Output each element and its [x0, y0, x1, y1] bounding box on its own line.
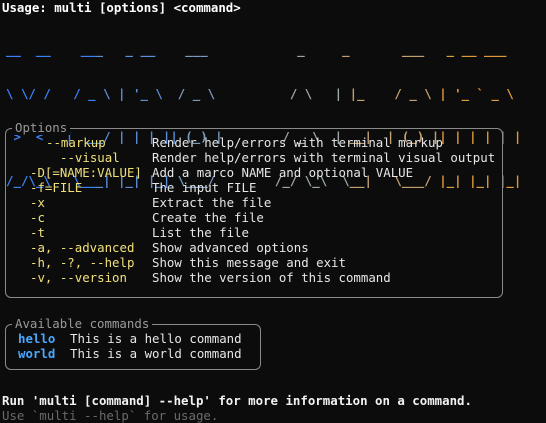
banner-line-2: \ \/ / / _ \ | '_ \ / _ \ / \ | |_ / _ \…: [6, 85, 514, 101]
option-name: -a, --advanced: [30, 240, 135, 255]
option-description: Show this message and exit: [152, 255, 346, 270]
command-description: This is a hello command: [70, 331, 242, 346]
option-name: -D[=NAME:VALUE]: [30, 165, 142, 180]
options-panel: Options --markup Render help/errors with …: [5, 120, 503, 298]
option-description: Add a marco NAME and optional VALUE: [152, 165, 414, 180]
option-name: -x: [30, 195, 45, 210]
option-name: --markup: [46, 135, 106, 150]
command-description: This is a world command: [70, 346, 242, 361]
options-panel-title: Options: [12, 120, 71, 135]
footer-run-hint: Run 'multi [command] --help' for more in…: [2, 393, 472, 408]
option-name: -h, -?, --help: [30, 255, 135, 270]
command-name: hello: [18, 331, 56, 346]
option-description: Extract the file: [152, 195, 272, 210]
option-name: -c: [30, 210, 45, 225]
commands-panel: Available commands hello This is a hello …: [5, 316, 261, 370]
option-description: The input FILE: [152, 180, 257, 195]
option-description: List the file: [152, 225, 249, 240]
option-description: Show advanced options: [152, 240, 309, 255]
banner-line-1: __ __ ___ _ __ ___ _ _ ___ _ __ ___: [6, 42, 507, 57]
option-description: Create the file: [152, 210, 264, 225]
option-description: Render help/errors with terminal markup: [152, 135, 443, 150]
footer-usage-hint: Use `multi --help` for usage.: [2, 408, 219, 423]
option-name: -f=FILE: [30, 180, 83, 195]
usage-line: Usage: multi [options] <command>: [2, 0, 241, 15]
option-name: --visual: [60, 150, 120, 165]
commands-panel-title: Available commands: [12, 316, 153, 331]
option-description: Show the version of this command: [152, 270, 391, 285]
option-name: -t: [30, 225, 45, 240]
command-name: world: [18, 346, 56, 361]
option-description: Render help/errors with terminal visual …: [152, 150, 496, 165]
option-name: -v, --version: [30, 270, 127, 285]
